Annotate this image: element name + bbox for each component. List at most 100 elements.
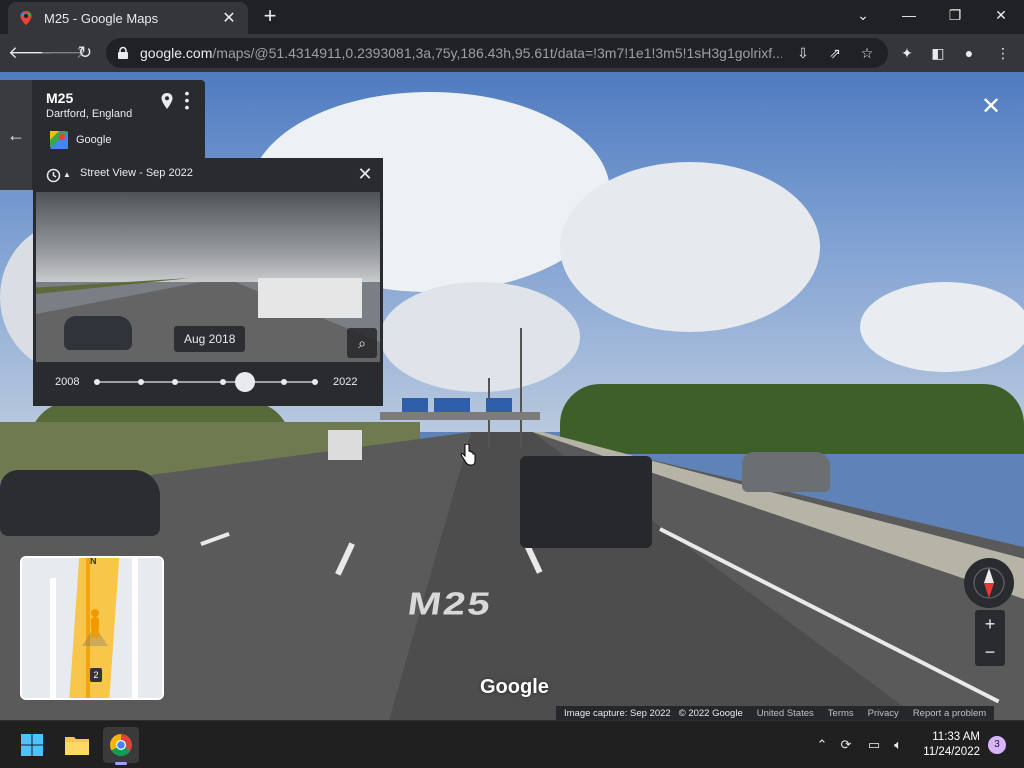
- volume-icon[interactable]: 🔈︎: [888, 735, 908, 755]
- minimize-button[interactable]: —: [886, 0, 932, 30]
- road-sign: [434, 398, 470, 412]
- back-icon[interactable]: 🡐: [8, 40, 54, 66]
- restore-button[interactable]: ❐: [932, 0, 978, 30]
- compass-icon[interactable]: [964, 558, 1014, 608]
- system-clock[interactable]: 11:33 AM 11/24/2022: [916, 730, 980, 760]
- minimap-road: [50, 578, 56, 698]
- browser-tab-active[interactable]: M25 - Google Maps ✕: [8, 2, 248, 34]
- clock-date: 11/24/2022: [923, 746, 980, 758]
- minimap-north-marker: N: [90, 556, 97, 566]
- google-watermark: Google: [480, 676, 549, 698]
- chrome-menu-icon[interactable]: ⋮: [992, 42, 1014, 64]
- zoom-in-button[interactable]: +: [975, 610, 1005, 638]
- browser-toolbar: 🡐 🡒 ↻ google.com/maps/@51.4314911,0.2393…: [0, 34, 1024, 72]
- start-button[interactable]: [14, 727, 50, 763]
- preview-car: [64, 316, 132, 350]
- tab-close-icon[interactable]: ✕: [220, 8, 238, 28]
- time-travel-header: ▲ Street View - Sep 2022 ✕: [33, 158, 383, 188]
- cloud: [560, 162, 820, 332]
- location-pin-icon[interactable]: [160, 92, 174, 110]
- file-explorer-button[interactable]: [59, 727, 95, 763]
- address-bar[interactable]: google.com/maps/@51.4314911,0.2393081,3a…: [106, 38, 888, 68]
- back-arrow-icon[interactable]: ←: [0, 80, 32, 190]
- road-sign: [486, 398, 512, 412]
- zoom-preview-icon[interactable]: ⌕: [347, 328, 377, 358]
- street-view-close-icon[interactable]: ✕: [978, 94, 1004, 120]
- timeline-slider-handle[interactable]: [235, 372, 256, 392]
- chrome-taskbar-button[interactable]: [103, 727, 139, 763]
- chrome-icon: [110, 734, 132, 756]
- extensions-icon[interactable]: ✦: [896, 42, 918, 64]
- browser-titlebar: M25 - Google Maps ✕ + ⌄ — ❐ ✕: [0, 0, 1024, 34]
- install-icon[interactable]: ⇩: [792, 42, 814, 64]
- url-host: google.com: [140, 45, 213, 61]
- zoom-out-button[interactable]: −: [975, 638, 1005, 666]
- time-travel-panel: ▲ Street View - Sep 2022 ✕ Aug 2018 ⌕ 20…: [33, 158, 383, 406]
- report-problem-link[interactable]: Report a problem: [913, 708, 986, 719]
- bookmark-star-icon[interactable]: ☆: [856, 42, 878, 64]
- url-path: /maps/@51.4314911,0.2393081,3a,75y,186.4…: [212, 45, 782, 61]
- window-close-button[interactable]: ✕: [978, 0, 1024, 30]
- treeline-right: [560, 384, 1024, 454]
- image-source: Google: [76, 134, 112, 146]
- timeline-stop[interactable]: [172, 379, 179, 385]
- time-travel-title: Street View - Sep 2022: [80, 167, 193, 179]
- windows-logo-icon: [21, 734, 43, 756]
- sync-icon[interactable]: ⟳: [836, 735, 856, 755]
- cloud: [380, 282, 580, 392]
- side-panel-icon[interactable]: ◧: [927, 42, 949, 64]
- road-marking-m25: M25: [405, 586, 495, 622]
- attribution-bar: Image capture: Sep 2022 © 2022 Google Un…: [556, 706, 995, 720]
- country-link[interactable]: United States: [757, 708, 814, 719]
- forward-icon[interactable]: 🡒: [40, 40, 86, 66]
- zoom-controls: + −: [975, 610, 1005, 666]
- timeline-stop[interactable]: [220, 379, 227, 385]
- privacy-link[interactable]: Privacy: [868, 708, 899, 719]
- street-view-panorama[interactable]: M25 ✕ Google ← M25 Dartford, England • • •…: [0, 72, 1024, 720]
- network-icon[interactable]: ▭: [864, 735, 884, 755]
- street-lamp: [520, 328, 522, 448]
- reload-icon[interactable]: ↻: [72, 40, 98, 66]
- timeline-stop[interactable]: [281, 379, 288, 385]
- timeline-stop[interactable]: [137, 379, 144, 385]
- google-maps-logo-icon: [50, 131, 68, 149]
- preview-date-badge: Aug 2018: [174, 326, 246, 352]
- share-icon[interactable]: ⇗: [824, 42, 846, 64]
- history-clock-icon[interactable]: [45, 167, 61, 183]
- car: [0, 470, 160, 536]
- profile-avatar-icon[interactable]: ●: [958, 42, 980, 64]
- sign-gantry: [380, 412, 540, 420]
- preview-lorry: [258, 278, 362, 318]
- url-text: google.com/maps/@51.4314911,0.2393081,3a…: [140, 45, 782, 61]
- van: [520, 456, 652, 548]
- notification-badge[interactable]: 3: [988, 736, 1006, 754]
- historical-preview[interactable]: Aug 2018 ⌕: [36, 192, 380, 362]
- windows-taskbar: ⌃ ⟳ ▭ 🔈︎ 11:33 AM 11/24/2022: [0, 720, 1024, 768]
- folder-icon: [65, 737, 89, 755]
- road-sign: [402, 398, 428, 412]
- car: [742, 452, 830, 492]
- timeline-end-year: 2022: [333, 376, 358, 388]
- new-tab-button[interactable]: +: [258, 4, 282, 28]
- image-capture-date: Image capture: Sep 2022: [564, 707, 671, 719]
- tab-title: M25 - Google Maps: [44, 10, 159, 26]
- lock-icon: [118, 46, 128, 59]
- timeline-stop[interactable]: [312, 379, 318, 385]
- timeline-stop[interactable]: [94, 379, 100, 385]
- google-maps-favicon-icon: [20, 11, 32, 25]
- place-location: Dartford, England: [46, 108, 133, 120]
- show-hidden-icons-icon[interactable]: ⌃: [812, 735, 832, 755]
- hand-cursor-icon: [460, 444, 476, 466]
- minimap-road-shield: 2: [90, 668, 102, 682]
- cloud: [860, 282, 1024, 372]
- terms-link[interactable]: Terms: [828, 708, 854, 719]
- place-name: M25: [46, 90, 74, 106]
- more-options-icon[interactable]: • • •: [182, 86, 192, 114]
- caret-up-icon[interactable]: ▲: [63, 170, 71, 179]
- copyright-text: © 2022 Google: [678, 707, 743, 719]
- time-travel-close-icon[interactable]: ✕: [355, 164, 375, 185]
- tab-search-icon[interactable]: ⌄: [840, 0, 886, 30]
- minimap-road: [132, 558, 138, 698]
- minimap[interactable]: N 2: [20, 556, 164, 700]
- pegman-icon: [82, 609, 108, 646]
